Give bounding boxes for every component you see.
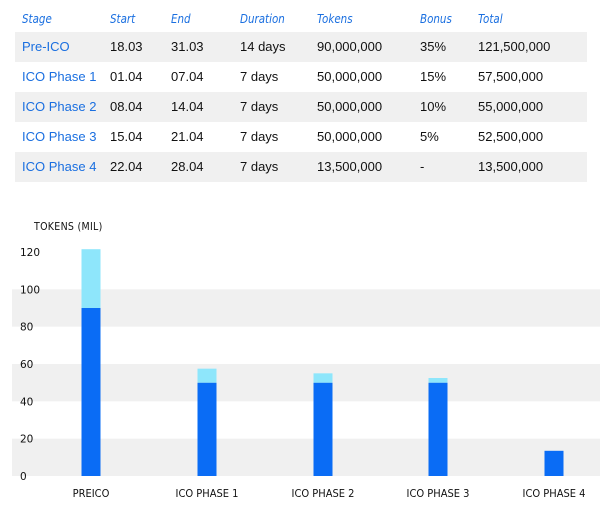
cell-bonus: 15% (420, 69, 447, 84)
table-row: ICO Phase 3 15.04 21.04 7 days 50,000,00… (15, 122, 587, 152)
cell-start: 01.04 (110, 69, 143, 84)
cell-duration: 14 days (240, 39, 286, 54)
bar-base-tokens (81, 308, 101, 476)
header-start: Start (110, 12, 136, 26)
x-axis-ticks: PREICO ICO PHASE 1 ICO PHASE 2 ICO PHASE 3 I… (73, 487, 586, 500)
header-bonus: Bonus (420, 12, 452, 26)
cell-stage: ICO Phase 2 (22, 99, 97, 114)
header-duration: Duration (240, 12, 285, 26)
cell-start: 15.04 (110, 129, 143, 144)
cell-bonus: 10% (420, 99, 447, 114)
cell-total: 57,500,000 (478, 69, 544, 84)
cell-bonus: - (420, 159, 425, 174)
cell-tokens: 50,000,000 (317, 99, 383, 114)
x-category-label: PREICO (73, 487, 110, 500)
cell-duration: 7 days (240, 129, 279, 144)
y-axis-label: TOKENS (MIL) (33, 221, 103, 233)
x-category-label: ICO PHASE 1 (176, 487, 239, 500)
cell-tokens: 13,500,000 (317, 159, 383, 174)
cell-start: 08.04 (110, 99, 143, 114)
table-row: ICO Phase 4 22.04 28.04 7 days 13,500,00… (15, 152, 587, 182)
cell-stage: ICO Phase 4 (22, 159, 97, 174)
bar-bonus-tokens (81, 249, 101, 308)
cell-stage: ICO Phase 1 (22, 69, 97, 84)
cell-duration: 7 days (240, 69, 279, 84)
y-tick-label: 60 (20, 359, 33, 371)
header-tokens: Tokens (317, 12, 353, 26)
header-end: End (171, 12, 191, 26)
x-category-label: ICO PHASE 4 (523, 487, 586, 500)
cell-tokens: 90,000,000 (317, 39, 383, 54)
tokens-bar-chart: 0 20 40 60 80 100 120 TOKENS (MIL) PREICO ICO P… (0, 210, 608, 511)
cell-end: 07.04 (171, 69, 204, 84)
table-header-row: Stage Start End Duration Tokens Bonus To… (15, 6, 587, 32)
cell-stage: Pre-ICO (22, 39, 70, 54)
cell-end: 21.04 (171, 129, 204, 144)
cell-bonus: 5% (420, 129, 439, 144)
bar-base-tokens (428, 382, 448, 476)
cell-total: 13,500,000 (478, 159, 544, 174)
cell-tokens: 50,000,000 (317, 129, 383, 144)
x-category-label: ICO PHASE 3 (407, 487, 470, 500)
y-tick-label: 20 (20, 434, 33, 446)
x-category-label: ICO PHASE 2 (292, 487, 355, 500)
y-tick-label: 80 (20, 322, 33, 334)
cell-start: 18.03 (110, 39, 143, 54)
cell-total: 121,500,000 (478, 39, 551, 54)
cell-end: 31.03 (171, 39, 204, 54)
cell-duration: 7 days (240, 99, 279, 114)
bar-bonus-tokens (197, 368, 217, 383)
y-tick-label: 0 (20, 471, 27, 483)
cell-tokens: 50,000,000 (317, 69, 383, 84)
cell-duration: 7 days (240, 159, 279, 174)
chart-canvas: 0 20 40 60 80 100 120 TOKENS (MIL) PREICO ICO P… (12, 221, 600, 500)
header-stage: Stage (22, 12, 52, 26)
table-row: ICO Phase 1 01.04 07.04 7 days 50,000,00… (15, 62, 587, 92)
table-row: Pre-ICO 18.03 31.03 14 days 90,000,000 3… (15, 32, 587, 62)
cell-end: 14.04 (171, 99, 204, 114)
bar-base-tokens (197, 382, 217, 476)
cell-bonus: 35% (420, 39, 447, 54)
bar-base-tokens (313, 382, 333, 476)
table-row: ICO Phase 2 08.04 14.04 7 days 50,000,00… (15, 92, 587, 122)
y-tick-label: 120 (20, 247, 40, 259)
token-sale-table: Stage Start End Duration Tokens Bonus To… (15, 6, 587, 182)
bar-bonus-tokens (428, 378, 448, 383)
header-total: Total (478, 12, 503, 26)
cell-stage: ICO Phase 3 (22, 129, 97, 144)
y-tick-label: 40 (20, 396, 33, 408)
bar-base-tokens (544, 450, 564, 476)
cell-end: 28.04 (171, 159, 204, 174)
bar-bonus-tokens (313, 373, 333, 383)
cell-total: 52,500,000 (478, 129, 544, 144)
y-tick-label: 100 (20, 284, 40, 296)
cell-start: 22.04 (110, 159, 143, 174)
cell-total: 55,000,000 (478, 99, 544, 114)
